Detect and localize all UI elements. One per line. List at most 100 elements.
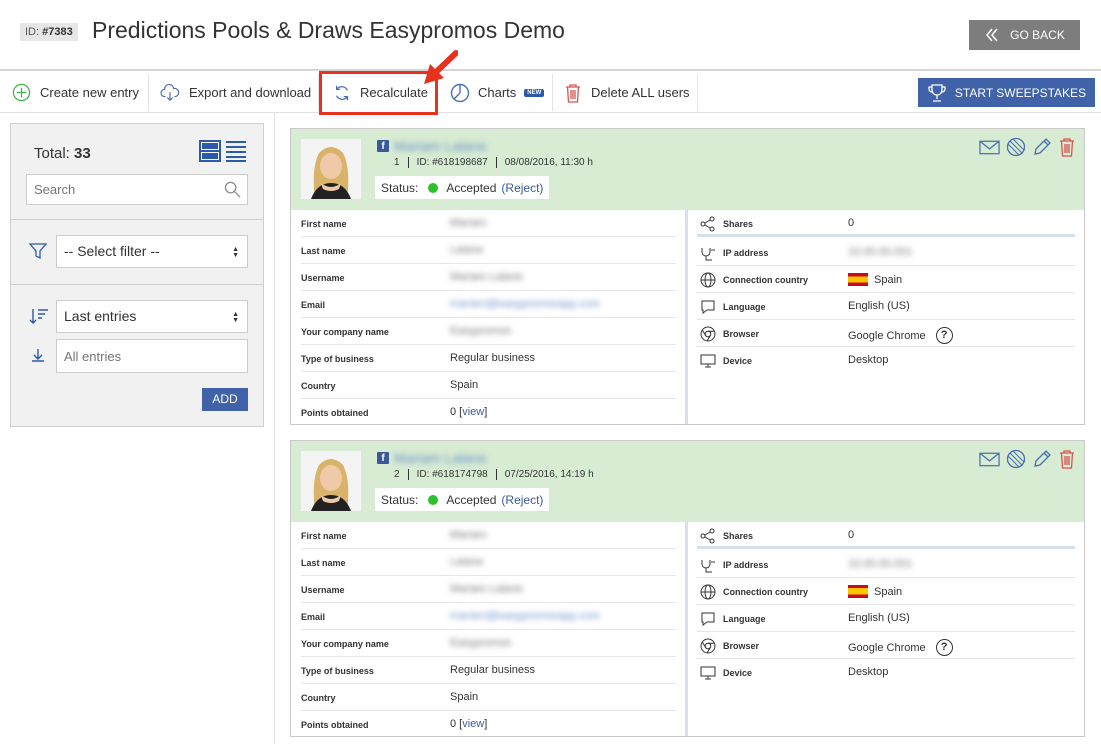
info-value-text: Google Chrome bbox=[848, 329, 926, 342]
field-label: Email bbox=[301, 612, 326, 622]
entry-card: f Mariam Lalane 1 ID: #618198687 08/08/2… bbox=[290, 128, 1085, 425]
trash-icon[interactable] bbox=[1058, 449, 1076, 469]
spain-flag-icon bbox=[848, 585, 868, 598]
go-back-button[interactable]: GO BACK bbox=[969, 20, 1080, 50]
info-row: IP address 10.00.00.001 bbox=[697, 239, 1075, 266]
meta-separator bbox=[407, 157, 409, 168]
list-view-icon[interactable] bbox=[225, 139, 247, 163]
speech-bubble-icon bbox=[701, 612, 715, 626]
double-chevron-left-icon bbox=[986, 28, 998, 42]
info-value-text: 0 bbox=[848, 529, 855, 541]
email-icon[interactable] bbox=[979, 449, 1000, 469]
info-value-text: Desktop bbox=[848, 666, 889, 678]
field-value: 0 [view] bbox=[450, 718, 488, 730]
field-value[interactable]: mariam@easypromosapp.com bbox=[450, 610, 600, 622]
info-icon bbox=[700, 665, 716, 686]
user-name[interactable]: Mariam Lalane bbox=[394, 138, 487, 154]
help-icon[interactable]: ? bbox=[935, 639, 953, 656]
meta-separator bbox=[407, 469, 409, 480]
user-name[interactable]: Mariam Lalane bbox=[394, 450, 487, 466]
info-label: Device bbox=[723, 356, 753, 366]
order-select[interactable]: Last entries ▲ ▼ bbox=[56, 300, 248, 333]
field-row: Country Spain bbox=[301, 372, 676, 399]
field-label: Points obtained bbox=[301, 720, 369, 730]
info-value: Spain bbox=[848, 273, 902, 286]
field-row: Your company name Easypromos bbox=[301, 630, 676, 657]
entry-actions bbox=[979, 449, 1076, 469]
info-value: Google Chrome? bbox=[848, 639, 953, 656]
filter-sidebar: Total: 33 -- Select filter -- ▲▼ Last en… bbox=[10, 123, 264, 427]
cloud-download-icon bbox=[160, 83, 180, 101]
edit-icon[interactable] bbox=[1032, 449, 1052, 469]
avatar-image bbox=[301, 139, 361, 199]
search-field[interactable] bbox=[26, 174, 248, 205]
help-icon[interactable]: ? bbox=[935, 327, 953, 344]
field-row: Last name Lalane bbox=[301, 237, 676, 264]
info-value-text: 0 bbox=[848, 217, 855, 229]
filter-select[interactable]: -- Select filter -- ▲ ▼ bbox=[56, 235, 248, 268]
entries-input[interactable] bbox=[57, 340, 237, 372]
edit-icon[interactable] bbox=[1032, 137, 1052, 157]
create-entry-button[interactable]: Create new entry bbox=[12, 72, 139, 113]
field-label: Last name bbox=[301, 246, 346, 256]
trash-icon bbox=[566, 83, 580, 103]
field-row: First name Mariam bbox=[301, 210, 676, 237]
entries-field[interactable] bbox=[56, 339, 248, 373]
info-row: Device Desktop bbox=[697, 347, 1075, 374]
email-icon[interactable] bbox=[979, 137, 1000, 157]
entry-card: f Mariam Lalane 2 ID: #618174798 07/25/2… bbox=[290, 440, 1085, 737]
delete-all-users-button[interactable]: Delete ALL users bbox=[564, 72, 690, 113]
info-label: Connection country bbox=[723, 587, 808, 597]
share-icon bbox=[700, 216, 715, 232]
view-points-link[interactable]: view bbox=[462, 718, 484, 730]
reject-link[interactable]: (Reject) bbox=[501, 493, 543, 507]
export-button[interactable]: Export and download bbox=[160, 72, 311, 113]
field-label: Your company name bbox=[301, 639, 389, 649]
field-value: Mariam Lalane bbox=[450, 583, 523, 595]
start-sweepstakes-button[interactable]: START SWEEPSTAKES bbox=[918, 78, 1095, 107]
entry-meta: 2 ID: #618174798 07/25/2016, 14:19 h bbox=[394, 469, 594, 480]
field-value: Easypromos bbox=[450, 637, 512, 649]
page-header: ID: #7383 Predictions Pools & Draws Easy… bbox=[0, 0, 1101, 71]
meta-separator bbox=[495, 469, 497, 480]
network-plug-icon bbox=[701, 248, 715, 261]
view-points-link[interactable]: view bbox=[462, 406, 484, 418]
chrome-icon bbox=[700, 638, 716, 654]
field-row: Email mariam@easypromosapp.com bbox=[301, 291, 676, 318]
info-value: Desktop bbox=[848, 666, 888, 678]
field-label: First name bbox=[301, 219, 347, 229]
add-button[interactable]: ADD bbox=[202, 388, 248, 411]
info-label: Language bbox=[723, 614, 766, 624]
sidebar-divider bbox=[11, 284, 263, 285]
info-row: Connection country Spain bbox=[697, 578, 1075, 605]
search-input[interactable] bbox=[27, 175, 207, 204]
total-count: Total: 33 bbox=[34, 145, 91, 162]
column-divider bbox=[685, 210, 688, 424]
info-value-text: English (US) bbox=[848, 300, 910, 312]
info-label: Browser bbox=[723, 329, 760, 339]
reject-link[interactable]: (Reject) bbox=[501, 181, 543, 195]
info-value: 0 bbox=[848, 217, 854, 229]
info-row: Browser Google Chrome? bbox=[697, 632, 1075, 659]
info-icon bbox=[700, 299, 716, 320]
field-value[interactable]: mariam@easypromosapp.com bbox=[450, 298, 600, 310]
sidebar-divider bbox=[11, 219, 263, 220]
sort-icon bbox=[29, 309, 48, 324]
ban-icon[interactable] bbox=[1006, 137, 1026, 157]
select-caret-icon: ▲ ▼ bbox=[232, 311, 239, 324]
info-value-text: Spain bbox=[874, 585, 903, 598]
info-value: Desktop bbox=[848, 354, 888, 366]
status-box: Status: Accepted (Reject) bbox=[375, 176, 550, 199]
status-badge: Accepted bbox=[446, 492, 497, 507]
entry-card-header: f Mariam Lalane 2 ID: #618174798 07/25/2… bbox=[291, 441, 1084, 522]
ban-icon[interactable] bbox=[1006, 449, 1026, 469]
select-caret-icon: ▲ ▼ bbox=[232, 246, 239, 259]
status-dot bbox=[428, 182, 439, 193]
info-icon bbox=[700, 528, 716, 549]
field-row: Country Spain bbox=[301, 684, 676, 711]
charts-button[interactable]: Charts NEW bbox=[450, 72, 545, 113]
card-view-icon[interactable] bbox=[198, 139, 222, 163]
trash-icon[interactable] bbox=[1058, 137, 1076, 157]
field-row: Type of business Regular business bbox=[301, 345, 676, 372]
info-value: English (US) bbox=[848, 612, 910, 624]
